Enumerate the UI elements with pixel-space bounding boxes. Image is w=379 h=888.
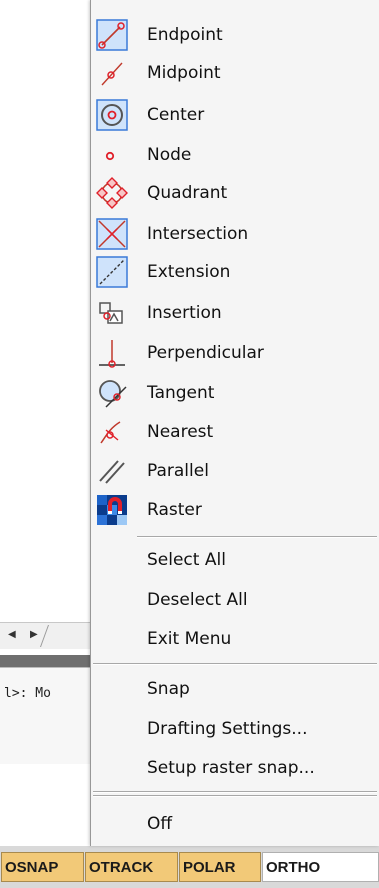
menu-item-perpendicular[interactable]: Perpendicular (91, 334, 379, 372)
menu-item-label: Deselect All (147, 590, 248, 610)
menu-item-off[interactable]: Off (91, 805, 379, 843)
menu-item-label: Center (147, 105, 205, 125)
menu-item-node[interactable]: Node (91, 136, 379, 174)
menu-item-label: Quadrant (147, 183, 228, 203)
tab-divider (39, 625, 50, 647)
menu-item-label: Select All (147, 550, 226, 570)
intersection-icon (96, 218, 128, 250)
menu-item-snap[interactable]: Snap (91, 670, 379, 708)
menu-separator (137, 536, 377, 538)
menu-item-label: Raster (147, 500, 202, 520)
menu-item-midpoint[interactable]: Midpoint (91, 54, 379, 92)
menu-item-raster[interactable]: Raster (91, 491, 379, 529)
status-osnap-button[interactable]: OSNAP (1, 852, 84, 882)
menu-item-nearest[interactable]: Nearest (91, 413, 379, 451)
menu-item-insertion[interactable]: Insertion (91, 294, 379, 332)
quadrant-icon (96, 177, 128, 209)
menu-item-label: Nearest (147, 422, 214, 442)
menu-item-label: Perpendicular (147, 343, 264, 363)
tab-scroll-right-icon[interactable]: ▶ (30, 629, 38, 640)
menu-separator (93, 663, 377, 665)
midpoint-icon (101, 62, 123, 86)
parallel-icon (99, 460, 125, 484)
status-polar-button[interactable]: POLAR (179, 852, 261, 882)
command-line-area[interactable]: l>: Mo (0, 667, 92, 764)
object-snap-context-menu: Endpoint Midpoint Center Node Quadrant I… (90, 0, 379, 846)
insertion-icon (99, 302, 123, 324)
menu-item-label: Tangent (147, 383, 215, 403)
menu-item-exit-menu[interactable]: Exit Menu (91, 620, 379, 658)
perpendicular-icon (99, 340, 125, 368)
menu-item-label: Parallel (147, 461, 209, 481)
menu-item-extension[interactable]: Extension (91, 253, 379, 291)
menu-item-label: Extension (147, 262, 231, 282)
menu-item-center[interactable]: Center (91, 96, 379, 134)
command-line-text: l>: Mo (4, 686, 51, 701)
menu-item-label: Setup raster snap... (147, 758, 315, 778)
menu-item-endpoint[interactable]: Endpoint (91, 16, 379, 54)
tab-scroll-left-icon[interactable]: ◀ (8, 629, 16, 640)
menu-item-quadrant[interactable]: Quadrant (91, 174, 379, 212)
tangent-icon (99, 380, 127, 408)
menu-item-label: Intersection (147, 224, 249, 244)
menu-item-select-all[interactable]: Select All (91, 541, 379, 579)
extension-icon (96, 256, 128, 288)
menu-item-label: Node (147, 145, 192, 165)
raster-icon (97, 495, 127, 525)
menu-item-label: Drafting Settings... (147, 719, 308, 739)
menu-item-label: Exit Menu (147, 629, 232, 649)
menu-item-label: Endpoint (147, 25, 223, 45)
splitter-bar (0, 655, 92, 667)
endpoint-icon (96, 19, 128, 51)
menu-item-setup-raster-snap[interactable]: Setup raster snap... (91, 749, 379, 787)
nearest-icon (100, 421, 121, 444)
menu-item-label: Midpoint (147, 63, 221, 83)
menu-separator (93, 791, 377, 793)
status-ortho-button[interactable]: ORTHO (262, 852, 379, 882)
menu-item-label: Off (147, 814, 173, 834)
menu-item-label: Snap (147, 679, 190, 699)
layout-tab-strip: ◀ ▶ (0, 622, 92, 649)
menu-separator (93, 795, 377, 797)
status-otrack-button[interactable]: OTRACK (85, 852, 178, 882)
menu-item-tangent[interactable]: Tangent (91, 374, 379, 412)
node-icon (105, 151, 115, 161)
menu-item-deselect-all[interactable]: Deselect All (91, 581, 379, 619)
menu-item-parallel[interactable]: Parallel (91, 452, 379, 490)
status-bar: OSNAP OTRACK POLAR ORTHO (0, 846, 379, 888)
center-icon (96, 99, 128, 131)
menu-item-drafting-settings[interactable]: Drafting Settings... (91, 710, 379, 748)
menu-item-label: Insertion (147, 303, 222, 323)
menu-item-intersection[interactable]: Intersection (91, 215, 379, 253)
